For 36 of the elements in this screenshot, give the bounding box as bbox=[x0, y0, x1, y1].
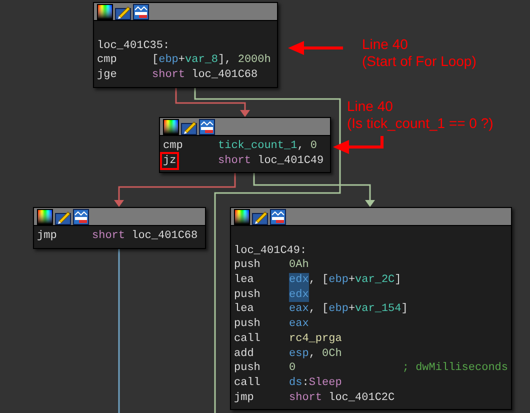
mnemonic: push bbox=[234, 317, 260, 332]
operands: edx, [ebp+var_2C] bbox=[289, 273, 402, 288]
mnemonic: push bbox=[234, 258, 260, 274]
mnemonic: cmp bbox=[163, 139, 183, 154]
operands: 0 ; dwMilliseconds bbox=[289, 361, 508, 376]
mnemonic: jmp bbox=[234, 390, 254, 406]
operands: 0Ah bbox=[289, 258, 310, 274]
operands: short loc_401C2C bbox=[289, 390, 396, 406]
mnemonic: jge bbox=[97, 68, 117, 83]
annotation-text: Line 40 bbox=[347, 98, 393, 115]
operands: esp, 0Ch bbox=[289, 346, 343, 362]
operands: tick_count_1, 0 bbox=[218, 139, 318, 154]
operands: rc4_prga bbox=[289, 332, 343, 347]
mnemonic: push bbox=[234, 288, 260, 302]
operands: short loc_401C49 bbox=[218, 154, 325, 168]
mnemonic: jz bbox=[162, 154, 178, 168]
mnemonic: call bbox=[234, 332, 260, 347]
mnemonic: lea bbox=[234, 273, 254, 288]
mnemonic: call bbox=[234, 376, 260, 391]
mnemonic: lea bbox=[234, 302, 254, 318]
annotation-text: Line 40 bbox=[362, 36, 408, 53]
mnemonic: jmp bbox=[37, 229, 57, 244]
code-label: loc_401C49: bbox=[234, 244, 307, 258]
operands: short loc_401C68 bbox=[152, 68, 259, 83]
operands: edx bbox=[289, 288, 310, 302]
annotation-text: (Is tick_count_1 == 0 ?) bbox=[347, 115, 494, 132]
code-label: loc_401C35: bbox=[97, 38, 170, 54]
operands: short loc_401C68 bbox=[92, 229, 199, 244]
operands: eax, [ebp+var_154] bbox=[289, 302, 409, 318]
mnemonic: push bbox=[234, 361, 260, 376]
annotation-text: (Start of For Loop) bbox=[362, 53, 476, 70]
mnemonic: cmp bbox=[97, 53, 117, 68]
operands: eax bbox=[289, 317, 310, 332]
operands: [ebp+var_8], 2000h bbox=[152, 53, 272, 68]
operands: ds:Sleep bbox=[289, 376, 343, 391]
mnemonic: add bbox=[234, 346, 254, 362]
